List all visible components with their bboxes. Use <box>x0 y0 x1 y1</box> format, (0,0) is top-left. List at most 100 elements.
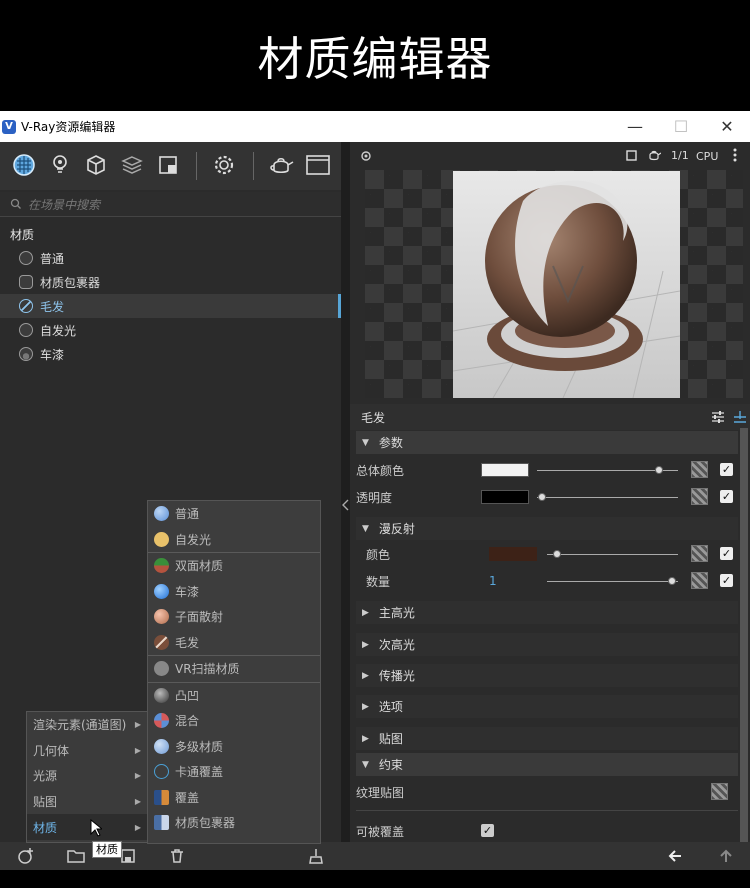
render-window-icon[interactable] <box>305 152 331 178</box>
overall-color-texture-icon[interactable] <box>691 461 708 478</box>
banner: 材质编辑器 <box>0 0 750 111</box>
amount-slider[interactable] <box>547 581 678 582</box>
textures-filter-icon[interactable] <box>155 152 181 178</box>
section-primary-specular[interactable]: ▶ 主高光 <box>356 601 738 624</box>
material-item-emissive[interactable]: 自发光 <box>0 318 341 342</box>
purge-broom-icon[interactable] <box>306 846 326 866</box>
materials-filter-icon[interactable] <box>11 152 37 178</box>
settings-gear-icon[interactable] <box>211 152 237 178</box>
submenu-item-generic[interactable]: 普通 <box>148 501 320 527</box>
geometry-filter-icon[interactable] <box>83 152 109 178</box>
diffuse-color-slider[interactable] <box>547 554 678 555</box>
section-secondary-specular[interactable]: ▶ 次高光 <box>356 633 738 656</box>
expand-triangle-icon: ▼ <box>362 759 369 770</box>
scene-search-bar[interactable]: 在场景中搜索 <box>0 192 341 217</box>
up-arrow-icon[interactable] <box>719 849 733 863</box>
open-folder-icon[interactable] <box>66 846 86 866</box>
overridable-label: 可被覆盖 <box>356 824 405 839</box>
amount-checkbox[interactable]: ✓ <box>720 574 733 587</box>
overall-color-swatch[interactable] <box>481 463 529 477</box>
search-input[interactable]: 在场景中搜索 <box>28 196 100 213</box>
divider <box>356 810 738 811</box>
layers-filter-icon[interactable] <box>119 152 145 178</box>
preview-lock-icon[interactable] <box>358 149 374 163</box>
menu-item-materials[interactable]: 材质 ▶ <box>27 814 147 840</box>
submenu-item-sss[interactable]: 子面散射 <box>148 604 320 630</box>
delete-trash-icon[interactable] <box>167 846 187 866</box>
diffuse-color-slider-handle[interactable] <box>553 550 561 558</box>
transparency-slider[interactable] <box>537 497 678 498</box>
minimize-button[interactable]: — <box>612 111 658 142</box>
submenu-item-bump[interactable]: 凸凹 <box>148 683 320 709</box>
preview-ratio[interactable]: 1/1 <box>671 149 689 162</box>
submenu-item-carpaint[interactable]: 车漆 <box>148 579 320 605</box>
maximize-button[interactable]: ☐ <box>658 111 704 142</box>
properties-scrollbar[interactable] <box>740 428 748 842</box>
section-diffuse[interactable]: ▼ 漫反射 <box>356 517 738 540</box>
material-item-generic[interactable]: 普通 <box>0 246 341 270</box>
section-maps[interactable]: ▶ 贴图 <box>356 727 738 750</box>
submenu-item-blend[interactable]: 混合 <box>148 708 320 734</box>
diffuse-color-label: 颜色 <box>366 547 391 562</box>
cpu-engine-toggle[interactable]: CPU <box>696 150 718 163</box>
submenu-item-label: 多级材质 <box>175 739 224 754</box>
submenu-item-emissive[interactable]: 自发光 <box>148 527 320 553</box>
section-constraint[interactable]: ▼ 约束 <box>356 753 738 776</box>
expand-triangle-icon: ▼ <box>362 523 369 534</box>
menu-item-render-elements[interactable]: 渲染元素(通道图) ▶ <box>27 712 147 738</box>
row-transparency: 透明度 ✓ <box>350 484 750 510</box>
panel-splitter[interactable] <box>341 142 350 870</box>
section-label: 漫反射 <box>378 522 415 536</box>
transparency-checkbox[interactable]: ✓ <box>720 490 733 503</box>
amount-slider-handle[interactable] <box>668 577 676 585</box>
submenu-item-vrscan[interactable]: VR扫描材质 <box>148 656 320 682</box>
section-params[interactable]: ▼ 参数 <box>356 431 738 454</box>
render-teapot-icon[interactable] <box>268 152 294 178</box>
collapse-arrow-icon[interactable] <box>342 499 349 511</box>
preview-teapot-icon[interactable] <box>647 148 661 162</box>
material-item-carpaint[interactable]: 车漆 <box>0 342 341 366</box>
stop-render-icon[interactable] <box>626 150 637 161</box>
transparency-texture-icon[interactable] <box>691 488 708 505</box>
submenu-item-wrapper[interactable]: 材质包裹器 <box>148 810 320 836</box>
toolbar-separator <box>196 152 197 180</box>
close-button[interactable]: ✕ <box>704 111 750 142</box>
transparency-slider-handle[interactable] <box>538 493 546 501</box>
back-arrow-icon[interactable] <box>668 849 682 863</box>
amount-label: 数量 <box>366 574 391 589</box>
menu-item-geometry[interactable]: 几何体 ▶ <box>27 738 147 764</box>
diffuse-color-swatch[interactable] <box>489 547 537 561</box>
menu-item-textures[interactable]: 贴图 ▶ <box>27 789 147 815</box>
create-asset-icon[interactable] <box>16 846 36 866</box>
overall-color-slider-handle[interactable] <box>655 466 663 474</box>
overall-color-checkbox[interactable]: ✓ <box>720 463 733 476</box>
submenu-item-two-sided[interactable]: 双面材质 <box>148 553 320 579</box>
submenu-item-hair[interactable]: 毛发 <box>148 630 320 656</box>
submenu-item-toon[interactable]: 卡通覆盖 <box>148 759 320 785</box>
vrscan-sphere-icon <box>154 661 169 677</box>
wrapper-material-icon <box>154 815 169 831</box>
materials-category-label: 材质 <box>10 228 35 242</box>
submenu-item-multi[interactable]: 多级材质 <box>148 734 320 760</box>
diffuse-color-checkbox[interactable]: ✓ <box>720 547 733 560</box>
texture-map-slot-icon[interactable] <box>711 783 728 800</box>
diffuse-color-texture-icon[interactable] <box>691 545 708 562</box>
lights-filter-icon[interactable] <box>47 152 73 178</box>
submenu-arrow-icon: ▶ <box>134 822 141 832</box>
section-transmission[interactable]: ▶ 传播光 <box>356 664 738 687</box>
expand-all-icon[interactable] <box>733 410 747 424</box>
section-options[interactable]: ▶ 选项 <box>356 695 738 718</box>
material-item-hair[interactable]: 毛发 <box>0 294 341 318</box>
submenu-item-label: 自发光 <box>175 532 212 547</box>
materials-submenu: 普通 自发光 双面材质 车漆 子面散射 毛发 VR扫描材质 凸凹 混合 多级材质… <box>147 500 321 844</box>
menu-item-lights[interactable]: 光源 ▶ <box>27 763 147 789</box>
transparency-swatch[interactable] <box>481 490 529 504</box>
overridable-checkbox[interactable]: ✓ <box>481 824 494 837</box>
adjust-sliders-icon[interactable] <box>711 410 725 424</box>
toon-sphere-icon <box>154 764 169 780</box>
material-item-wrapper[interactable]: 材质包裹器 <box>0 270 341 294</box>
amount-value[interactable]: 1 <box>489 574 497 588</box>
more-options-icon[interactable] <box>733 148 737 162</box>
submenu-item-override[interactable]: 覆盖 <box>148 785 320 811</box>
amount-texture-icon[interactable] <box>691 572 708 589</box>
